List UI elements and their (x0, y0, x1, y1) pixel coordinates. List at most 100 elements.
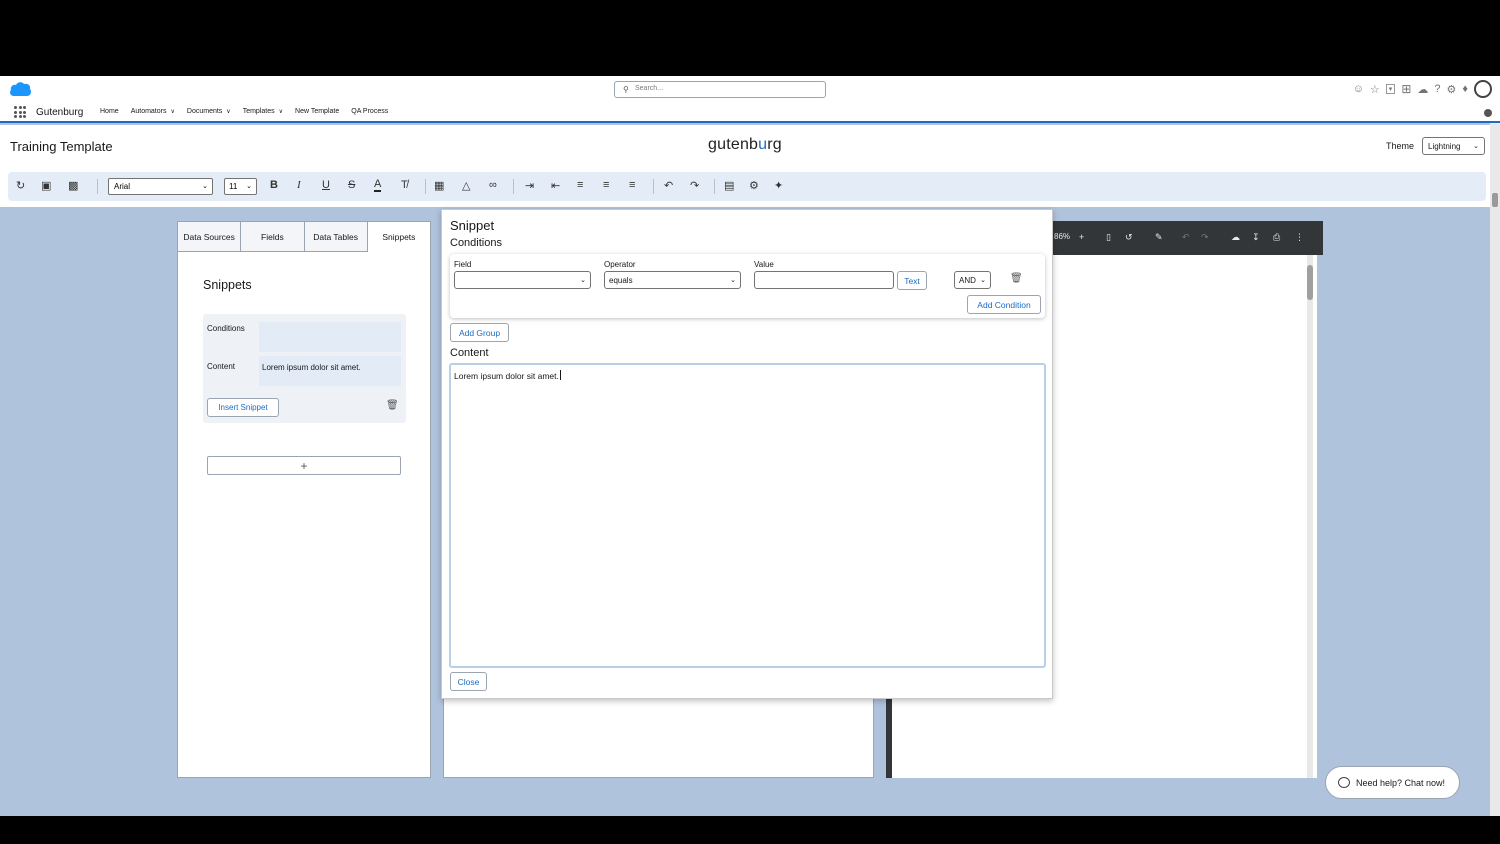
search-icon: ⚲ (623, 85, 629, 94)
pdf-undo-icon[interactable]: ↶ (1182, 232, 1190, 243)
add-group-button[interactable]: Add Group (450, 323, 509, 342)
table-icon[interactable]: ▦ (434, 179, 444, 192)
font-family-select[interactable]: Arial ⌄ (108, 178, 213, 195)
chevron-down-icon[interactable]: ∨ (226, 109, 230, 115)
help-icon[interactable]: ? (1434, 83, 1440, 95)
value-type-text-button[interactable]: Text (897, 271, 927, 290)
image-icon[interactable]: △ (462, 179, 470, 192)
indent-icon[interactable]: ⇥ (525, 179, 534, 192)
italic-icon[interactable]: I (297, 179, 301, 191)
tab-data-tables[interactable]: Data Tables (304, 222, 368, 252)
tab-snippets[interactable]: Snippets (367, 222, 430, 252)
chat-help-button[interactable]: Need help? Chat now! (1325, 766, 1460, 799)
value-input[interactable] (754, 271, 894, 289)
delete-snippet-trash-icon[interactable]: 🗑 (386, 400, 399, 411)
refresh-icon[interactable]: ↻ (16, 179, 25, 192)
favorite-star-icon[interactable]: ☆ (1370, 83, 1380, 96)
avatar[interactable] (1474, 80, 1492, 98)
search-placeholder: Search... (635, 85, 664, 92)
pdf-redo-icon[interactable]: ↷ (1201, 232, 1209, 243)
pdf-scrollbar[interactable] (1307, 255, 1313, 778)
align-center-icon[interactable]: ≡ (603, 179, 609, 191)
strikethrough-icon[interactable]: S (348, 179, 355, 191)
font-size-select[interactable]: 11 ⌄ (224, 178, 257, 195)
print-icon[interactable]: ⎙ (1273, 232, 1280, 243)
bold-icon[interactable]: B (270, 179, 278, 191)
field-select[interactable]: ⌄ (454, 271, 591, 289)
chevron-down-icon: ⌄ (246, 183, 252, 190)
clear-formatting-icon[interactable]: T̸ (401, 179, 408, 191)
fit-page-icon[interactable]: ▯ (1106, 232, 1111, 243)
salesforce-cloud-icon[interactable] (8, 81, 32, 97)
header-utility-icons: ☺ ☆ ▾ ⊞ ☁ ? ⚙ ♦ (1353, 80, 1492, 98)
chevron-down-icon: ⌄ (580, 277, 586, 284)
app-name: Gutenburg (36, 107, 84, 118)
snippet-content-editor[interactable]: Lorem ipsum dolor sit amet. (449, 363, 1046, 668)
conditions-heading: Conditions (450, 237, 502, 249)
nav-item-templates[interactable]: Templates ∨ (243, 108, 283, 115)
nav-item-qa-process[interactable]: QA Process (351, 108, 388, 115)
rotate-icon[interactable]: ↺ (1125, 232, 1133, 243)
theme-label: Theme (1386, 141, 1415, 151)
outdent-icon[interactable]: ⇤ (551, 179, 560, 192)
app-frame: ⚲ Search... ☺ ☆ ▾ ⊞ ☁ ? ⚙ ♦ Gutenburg Ho… (0, 76, 1500, 816)
editor-toolbar: ↻ ▣ ▩ Arial ⌄ 11 ⌄ B I U S A T̸ ▦ △ ∞ ⇥ … (8, 172, 1486, 201)
chevron-down-icon[interactable]: ∨ (170, 109, 174, 115)
magic-wand-icon[interactable]: ✦ (774, 179, 783, 192)
tab-data-sources[interactable]: Data Sources (178, 222, 242, 252)
notification-bell-icon[interactable]: ♦ (1462, 83, 1468, 95)
font-color-icon[interactable]: A (374, 179, 382, 192)
tab-fields[interactable]: Fields (241, 222, 305, 252)
nav-item-documents[interactable]: Documents ∨ (187, 108, 231, 115)
annotate-icon[interactable]: ✎ (1155, 232, 1163, 243)
nav-item-home[interactable]: Home (100, 108, 119, 115)
delete-condition-trash-icon[interactable]: 🗑 (1010, 273, 1023, 284)
add-condition-button[interactable]: Add Condition (967, 295, 1041, 314)
assistant-icon[interactable]: ☺ (1353, 83, 1364, 95)
modal-title: Snippet (450, 218, 495, 233)
add-snippet-button[interactable]: + (207, 456, 401, 475)
link-icon[interactable]: ∞ (489, 179, 497, 191)
chevron-down-icon[interactable]: ∨ (279, 109, 283, 115)
app-nav-bar: Gutenburg Home Automators ∨ Documents ∨ Te… (0, 104, 1500, 123)
save-pdf-icon[interactable]: ☁ (1231, 232, 1240, 243)
close-button[interactable]: Close (450, 672, 487, 691)
conditions-label: Conditions (207, 324, 245, 333)
content-value: Lorem ipsum dolor sit amet. (259, 356, 401, 386)
insert-snippet-button[interactable]: Insert Snippet (207, 398, 279, 417)
redo-icon[interactable]: ↷ (690, 179, 699, 192)
nav-item-automators[interactable]: Automators ∨ (131, 108, 175, 115)
page-scrollbar[interactable] (1490, 123, 1500, 816)
align-right-icon[interactable]: ≡ (629, 179, 635, 191)
logic-operator-select[interactable]: AND ⌄ (954, 271, 991, 289)
settings-gear-icon[interactable]: ⚙ (749, 179, 759, 192)
undo-icon[interactable]: ↶ (664, 179, 673, 192)
favorites-list-icon[interactable]: ▾ (1385, 84, 1396, 94)
operator-label: Operator (604, 260, 636, 269)
underline-icon[interactable]: U (322, 179, 330, 191)
save-icon[interactable]: ▣ (41, 179, 51, 192)
snippet-icon[interactable]: ▤ (724, 179, 734, 192)
chevron-down-icon: ⌄ (1473, 143, 1479, 150)
info-icon[interactable] (1484, 109, 1492, 117)
nav-item-new-template[interactable]: New Template (295, 108, 339, 115)
nav-items: Home Automators ∨ Documents ∨ Templates ∨ N… (100, 108, 388, 115)
left-panel: Data Sources Fields Data Tables Snippets… (177, 221, 431, 778)
app-launcher-icon[interactable] (14, 106, 26, 118)
condition-group: Field ⌄ Operator equals ⌄ Value Text AND… (450, 254, 1045, 318)
more-options-icon[interactable]: ⋮ (1295, 232, 1304, 243)
trailhead-icon[interactable]: ☁ (1417, 83, 1428, 96)
chevron-down-icon: ⌄ (730, 277, 736, 284)
zoom-in-icon[interactable]: + (1079, 232, 1084, 242)
chat-bubble-icon (1338, 777, 1350, 788)
align-left-icon[interactable]: ≡ (577, 179, 583, 191)
field-label: Field (454, 260, 472, 269)
setup-gear-icon[interactable]: ⚙ (1447, 83, 1457, 96)
global-search-input[interactable]: ⚲ Search... (614, 81, 826, 98)
operator-select[interactable]: equals ⌄ (604, 271, 741, 289)
download-icon[interactable]: ↧ (1252, 232, 1260, 243)
theme-select[interactable]: Lightning ⌄ (1422, 137, 1485, 155)
save-as-icon[interactable]: ▩ (68, 179, 78, 192)
snippets-heading: Snippets (203, 278, 252, 292)
add-icon[interactable]: ⊞ (1401, 82, 1411, 96)
